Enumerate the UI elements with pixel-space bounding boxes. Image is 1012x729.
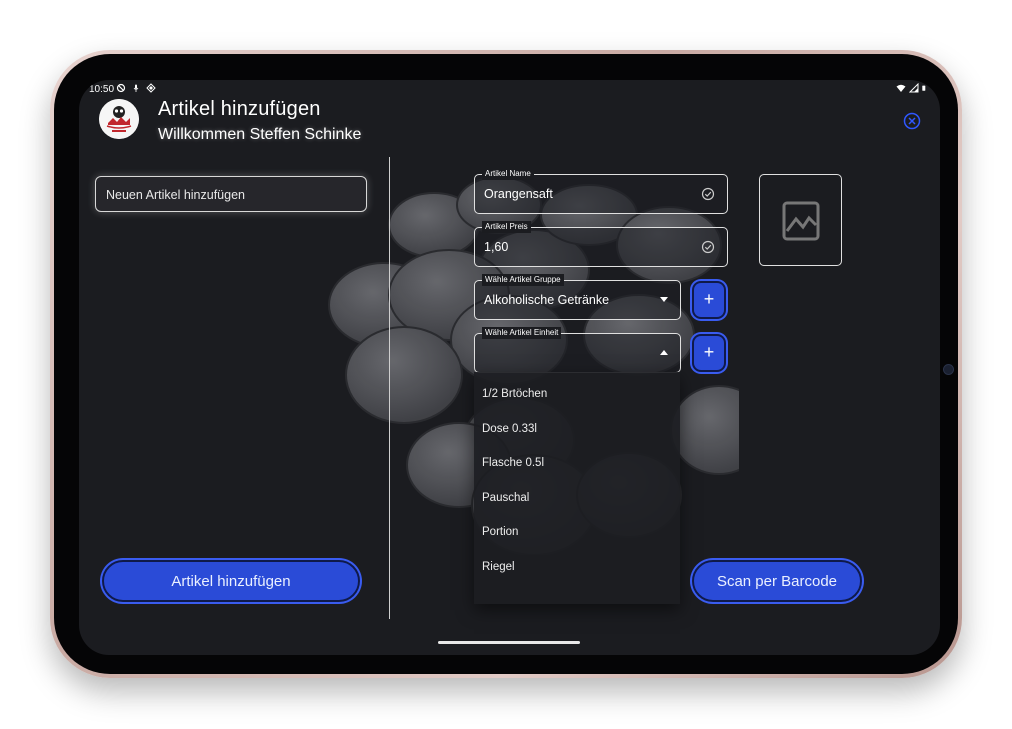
app-screen: 10:50 Artikel hinzufügen Willkommen Stef…: [79, 80, 940, 655]
item-price-field[interactable]: Artikel Preis 1,60: [474, 221, 728, 267]
scan-barcode-button[interactable]: Scan per Barcode: [692, 560, 862, 602]
item-name-field[interactable]: Artikel Name Orangensaft: [474, 168, 728, 214]
battery-icon: [922, 85, 926, 91]
check-circle-icon: [701, 240, 715, 254]
status-bar: 10:50: [89, 83, 928, 97]
home-indicator[interactable]: [438, 641, 580, 644]
club-logo-icon: [99, 99, 139, 139]
unit-option[interactable]: 1/2 Brtöchen: [482, 388, 547, 400]
new-item-input[interactable]: Neuen Artikel hinzufügen: [95, 176, 367, 212]
close-icon[interactable]: [903, 112, 921, 130]
add-group-button[interactable]: +: [694, 283, 724, 317]
item-image-box[interactable]: [759, 174, 842, 266]
item-group-select[interactable]: Wähle Artikel Gruppe Alkoholische Geträn…: [474, 274, 681, 320]
unit-option[interactable]: Riegel: [482, 561, 515, 573]
status-icons-right: [896, 83, 928, 93]
app-logo: [99, 99, 139, 139]
caret-up-icon: [660, 350, 668, 355]
tablet-bezel: 10:50 Artikel hinzufügen Willkommen Stef…: [54, 54, 958, 674]
welcome-subtitle: Willkommen Steffen Schinke: [158, 126, 362, 143]
add-unit-button[interactable]: +: [694, 336, 724, 370]
item-unit-label: Wähle Artikel Einheit: [482, 327, 562, 339]
image-placeholder-icon: [782, 201, 820, 241]
wifi-icon: [896, 84, 906, 92]
unit-dropdown-list: 1/2 Brtöchen Dose 0.33l Flasche 0.5l Pau…: [474, 372, 680, 604]
unit-option[interactable]: Portion: [482, 526, 518, 538]
panel-divider: [389, 157, 390, 619]
item-group-value: Alkoholische Getränke: [484, 293, 610, 307]
camera-icon: [943, 364, 954, 375]
tablet-frame: 10:50 Artikel hinzufügen Willkommen Stef…: [50, 50, 962, 678]
unit-option[interactable]: Pauschal: [482, 492, 529, 504]
page-title: Artikel hinzufügen: [158, 98, 321, 120]
unit-option[interactable]: Dose 0.33l: [482, 423, 537, 435]
item-unit-select[interactable]: Wähle Artikel Einheit: [474, 327, 681, 373]
location-icon: [146, 83, 156, 93]
privacy-shield-icon: [116, 83, 126, 93]
status-icons-left: [116, 83, 156, 93]
item-price-value: 1,60: [484, 240, 509, 254]
caret-down-icon: [660, 297, 668, 302]
status-time: 10:50: [89, 84, 115, 95]
mic-icon: [133, 84, 139, 92]
check-circle-icon: [701, 187, 715, 201]
unit-option[interactable]: Flasche 0.5l: [482, 457, 544, 469]
signal-icon: [909, 83, 919, 93]
add-item-button[interactable]: Artikel hinzufügen: [102, 560, 360, 602]
item-name-value: Orangensaft: [484, 187, 553, 201]
